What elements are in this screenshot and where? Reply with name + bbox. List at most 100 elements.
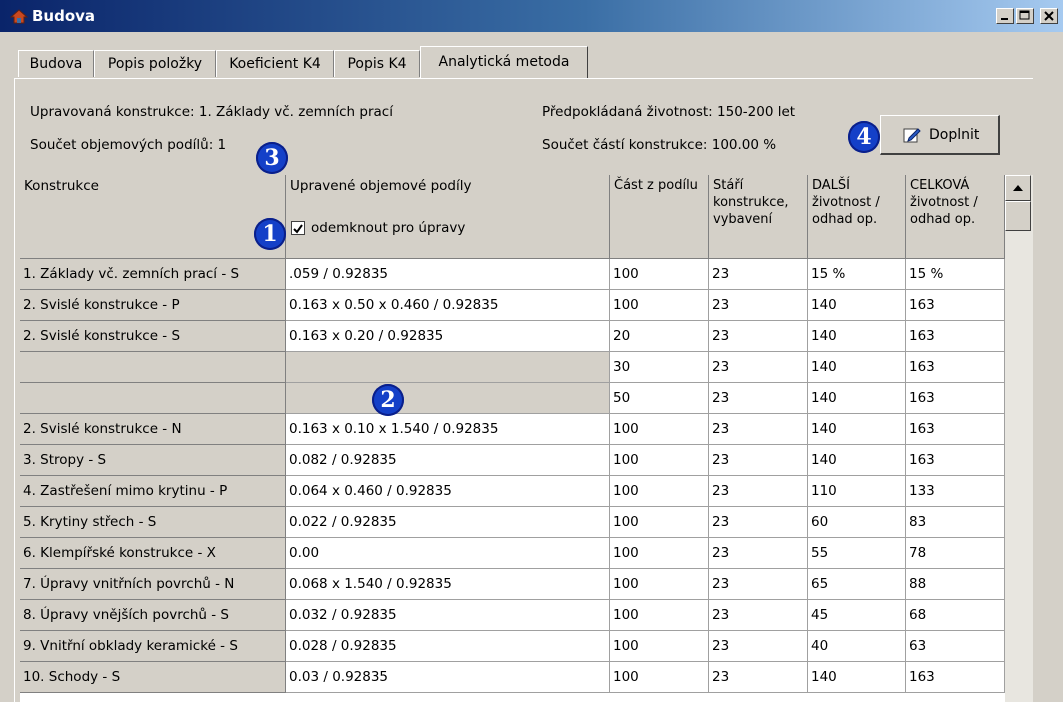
- row-part[interactable]: 100: [610, 600, 709, 631]
- row-next-lifetime[interactable]: 140: [808, 290, 906, 321]
- unlock-checkbox[interactable]: [291, 221, 305, 235]
- row-part[interactable]: 100: [610, 507, 709, 538]
- tab-budova[interactable]: Budova: [18, 50, 94, 77]
- row-next-lifetime[interactable]: 55: [808, 538, 906, 569]
- scroll-thumb[interactable]: [1005, 201, 1031, 231]
- tab-koeficient-k4[interactable]: Koeficient K4: [216, 50, 334, 77]
- table-row[interactable]: 5. Krytiny střech - S 0.022 / 0.92835 100 2…: [20, 507, 1005, 538]
- row-total-lifetime[interactable]: 78: [906, 538, 1005, 569]
- tab-analyticka-metoda[interactable]: Analytická metoda: [420, 46, 588, 78]
- table-row[interactable]: 50 23 140 163: [20, 383, 1005, 414]
- row-total-lifetime[interactable]: 68: [906, 600, 1005, 631]
- row-part[interactable]: 100: [610, 538, 709, 569]
- maximize-button[interactable]: [1016, 8, 1034, 24]
- row-total-lifetime[interactable]: 163: [906, 414, 1005, 445]
- row-part[interactable]: 100: [610, 259, 709, 290]
- table-row[interactable]: 10. Schody - S 0.03 / 0.92835 100 23 140 163: [20, 662, 1005, 693]
- row-next-lifetime[interactable]: 65: [808, 569, 906, 600]
- row-part[interactable]: 20: [610, 321, 709, 352]
- row-total-lifetime[interactable]: 133: [906, 476, 1005, 507]
- minimize-button[interactable]: [996, 8, 1014, 24]
- close-button[interactable]: [1040, 8, 1058, 24]
- row-total-lifetime[interactable]: 63: [906, 631, 1005, 662]
- row-total-lifetime[interactable]: 163: [906, 352, 1005, 383]
- row-part[interactable]: 100: [610, 662, 709, 693]
- row-age[interactable]: 23: [709, 631, 808, 662]
- vertical-scrollbar[interactable]: [1005, 175, 1033, 702]
- table-row[interactable]: 3. Stropy - S 0.082 / 0.92835 100 23 140 163: [20, 445, 1005, 476]
- row-age[interactable]: 23: [709, 538, 808, 569]
- row-total-lifetime[interactable]: 88: [906, 569, 1005, 600]
- edited-construction: Upravovaná konstrukce: 1. Základy vč. ze…: [30, 104, 393, 120]
- row-formula[interactable]: 0.032 / 0.92835: [286, 600, 610, 631]
- scroll-up-button[interactable]: [1005, 175, 1031, 201]
- row-total-lifetime[interactable]: 15 %: [906, 259, 1005, 290]
- row-age[interactable]: 23: [709, 569, 808, 600]
- table-row[interactable]: 7. Úpravy vnitřních povrchů - N 0.068 x 1…: [20, 569, 1005, 600]
- row-total-lifetime[interactable]: 163: [906, 445, 1005, 476]
- row-total-lifetime[interactable]: 163: [906, 290, 1005, 321]
- row-part[interactable]: 100: [610, 569, 709, 600]
- row-formula[interactable]: 0.022 / 0.92835: [286, 507, 610, 538]
- row-age[interactable]: 23: [709, 414, 808, 445]
- table-row[interactable]: 9. Vnitřní obklady keramické - S 0.028 / …: [20, 631, 1005, 662]
- row-formula[interactable]: [286, 383, 610, 414]
- row-formula[interactable]: 0.163 x 0.20 / 0.92835: [286, 321, 610, 352]
- row-part[interactable]: 100: [610, 445, 709, 476]
- row-formula[interactable]: 0.082 / 0.92835: [286, 445, 610, 476]
- table-row[interactable]: 1. Základy vč. zemních prací - S .059 / 0…: [20, 259, 1005, 290]
- row-formula[interactable]: 0.163 x 0.10 x 1.540 / 0.92835: [286, 414, 610, 445]
- row-next-lifetime[interactable]: 140: [808, 321, 906, 352]
- row-part[interactable]: 100: [610, 414, 709, 445]
- row-age[interactable]: 23: [709, 476, 808, 507]
- row-next-lifetime[interactable]: 140: [808, 383, 906, 414]
- row-total-lifetime[interactable]: 163: [906, 662, 1005, 693]
- row-age[interactable]: 23: [709, 445, 808, 476]
- table-row[interactable]: 4. Zastřešení mimo krytinu - P 0.064 x 0.…: [20, 476, 1005, 507]
- row-formula[interactable]: 0.028 / 0.92835: [286, 631, 610, 662]
- table-row[interactable]: 30 23 140 163: [20, 352, 1005, 383]
- row-age[interactable]: 23: [709, 259, 808, 290]
- row-part[interactable]: 100: [610, 290, 709, 321]
- row-age[interactable]: 23: [709, 507, 808, 538]
- row-next-lifetime[interactable]: 140: [808, 662, 906, 693]
- row-formula[interactable]: 0.163 x 0.50 x 0.460 / 0.92835: [286, 290, 610, 321]
- table-row[interactable]: 6. Klempířské konstrukce - X 0.00 100 23 55 7…: [20, 538, 1005, 569]
- row-formula[interactable]: .059 / 0.92835: [286, 259, 610, 290]
- row-formula[interactable]: 0.064 x 0.460 / 0.92835: [286, 476, 610, 507]
- row-next-lifetime[interactable]: 45: [808, 600, 906, 631]
- row-next-lifetime[interactable]: 110: [808, 476, 906, 507]
- row-total-lifetime[interactable]: 163: [906, 383, 1005, 414]
- row-age[interactable]: 23: [709, 383, 808, 414]
- row-next-lifetime[interactable]: 15 %: [808, 259, 906, 290]
- row-next-lifetime[interactable]: 140: [808, 414, 906, 445]
- tab-popis-polozky[interactable]: Popis položky: [94, 50, 216, 77]
- row-formula[interactable]: 0.00: [286, 538, 610, 569]
- row-part[interactable]: 100: [610, 476, 709, 507]
- row-total-lifetime[interactable]: 83: [906, 507, 1005, 538]
- row-part[interactable]: 50: [610, 383, 709, 414]
- row-age[interactable]: 23: [709, 321, 808, 352]
- table-row[interactable]: 2. Svislé konstrukce - P 0.163 x 0.50 x 0…: [20, 290, 1005, 321]
- row-age[interactable]: 23: [709, 352, 808, 383]
- row-age[interactable]: 23: [709, 600, 808, 631]
- tab-popis-k4[interactable]: Popis K4: [334, 50, 420, 77]
- row-formula[interactable]: [286, 352, 610, 383]
- row-part[interactable]: 100: [610, 631, 709, 662]
- row-part[interactable]: 30: [610, 352, 709, 383]
- title-bar[interactable]: Budova: [0, 0, 1063, 32]
- doplnit-button[interactable]: Doplnit: [880, 115, 1000, 155]
- row-next-lifetime[interactable]: 140: [808, 352, 906, 383]
- table-row[interactable]: 2. Svislé konstrukce - N 0.163 x 0.10 x 1…: [20, 414, 1005, 445]
- row-age[interactable]: 23: [709, 662, 808, 693]
- row-next-lifetime[interactable]: 40: [808, 631, 906, 662]
- table-row[interactable]: 8. Úpravy vnějších povrchů - S 0.032 / 0.…: [20, 600, 1005, 631]
- row-formula[interactable]: 0.068 x 1.540 / 0.92835: [286, 569, 610, 600]
- row-next-lifetime[interactable]: 60: [808, 507, 906, 538]
- row-next-lifetime[interactable]: 140: [808, 445, 906, 476]
- table-row[interactable]: 2. Svislé konstrukce - S 0.163 x 0.20 / 0…: [20, 321, 1005, 352]
- row-formula[interactable]: 0.03 / 0.92835: [286, 662, 610, 693]
- row-age[interactable]: 23: [709, 290, 808, 321]
- unlock-checkbox-row[interactable]: odemknout pro úpravy: [291, 219, 465, 237]
- row-total-lifetime[interactable]: 163: [906, 321, 1005, 352]
